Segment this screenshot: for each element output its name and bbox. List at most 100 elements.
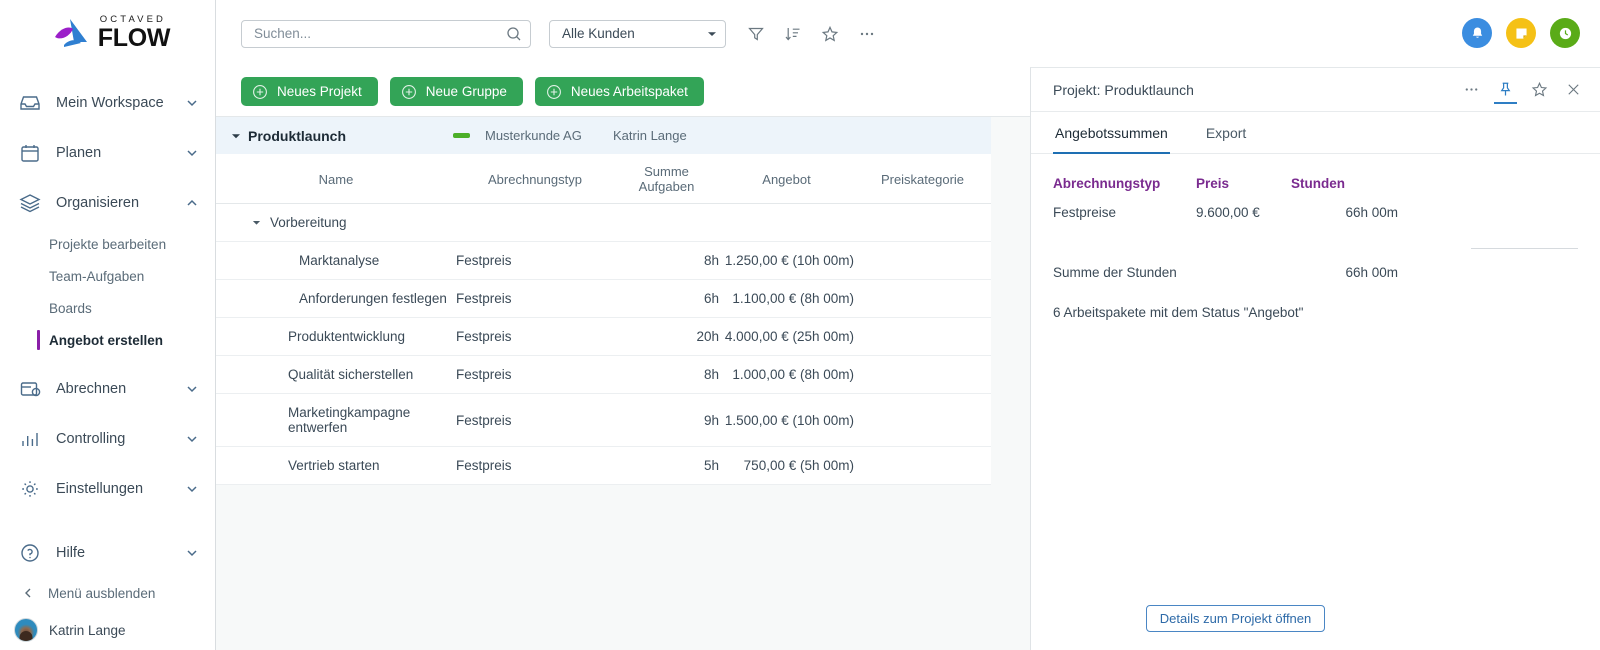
detail-panel-footer: Details zum Projekt öffnen bbox=[1031, 605, 1600, 632]
sidebar-item-abrechnen[interactable]: Abrechnen bbox=[0, 364, 215, 414]
top-toolbar: Alle Kunden bbox=[216, 0, 1600, 67]
sidebar-item-projekte-bearbeiten[interactable]: Projekte bearbeiten bbox=[0, 228, 215, 260]
more-horizontal-icon[interactable] bbox=[1463, 81, 1480, 98]
cell-price-category bbox=[854, 394, 991, 447]
chevron-down-icon bbox=[185, 482, 199, 496]
work-packages-table: Name Abrechnungstyp Summe Aufgaben Angeb… bbox=[216, 154, 991, 485]
cell-name: Qualität sicherstellen bbox=[216, 356, 456, 394]
cell-offer: 1.100,00 € (8h 00m) bbox=[719, 280, 854, 318]
cell-sum-tasks: 8h bbox=[614, 242, 719, 280]
more-horizontal-icon[interactable] bbox=[858, 25, 876, 43]
cell-offer: 1.500,00 € (10h 00m) bbox=[719, 394, 854, 447]
sidebar-item-label: Organisieren bbox=[56, 195, 185, 211]
app-logo[interactable]: OCTAVED FLOW bbox=[0, 0, 215, 66]
new-workpackage-button[interactable]: Neues Arbeitspaket bbox=[535, 77, 704, 106]
summary-header-price: Preis bbox=[1196, 176, 1291, 205]
project-header-row[interactable]: Produktlaunch Musterkunde AG Katrin Lang… bbox=[216, 117, 991, 154]
cell-sum-tasks: 9h bbox=[614, 394, 719, 447]
table-row[interactable]: Anforderungen festlegen Festpreis 6h 1.1… bbox=[216, 280, 991, 318]
column-header-billing-type[interactable]: Abrechnungstyp bbox=[456, 154, 614, 204]
summary-cell-hours: 66h 00m bbox=[1291, 205, 1398, 228]
cell-name: Marktanalyse bbox=[216, 242, 456, 280]
chevron-down-icon bbox=[185, 96, 199, 110]
cell-billing-type: Festpreis bbox=[456, 280, 614, 318]
cell-name: Marketingkampagne entwerfen bbox=[216, 394, 456, 447]
notification-bell-button[interactable] bbox=[1462, 18, 1492, 48]
tab-export[interactable]: Export bbox=[1204, 112, 1248, 154]
sidebar-subitem-label: Projekte bearbeiten bbox=[49, 237, 166, 252]
customer-filter-select[interactable]: Alle Kunden bbox=[549, 20, 726, 48]
sidebar-item-hilfe[interactable]: Hilfe bbox=[0, 530, 215, 576]
chevron-left-icon bbox=[22, 587, 34, 599]
project-card: Produktlaunch Musterkunde AG Katrin Lang… bbox=[216, 117, 991, 485]
summary-cell-price: 9.600,00 € bbox=[1196, 205, 1291, 228]
column-header-sum-tasks[interactable]: Summe Aufgaben bbox=[614, 154, 719, 204]
new-project-label: Neues Projekt bbox=[277, 84, 362, 99]
table-row[interactable]: Marktanalyse Festpreis 8h 1.250,00 € (10… bbox=[216, 242, 991, 280]
summary-total-label: Summe der Stunden bbox=[1053, 265, 1345, 280]
cell-offer: 750,00 € (5h 00m) bbox=[719, 447, 854, 485]
star-icon[interactable] bbox=[821, 25, 839, 43]
filter-icon[interactable] bbox=[747, 25, 765, 43]
search-field[interactable] bbox=[241, 20, 531, 48]
cell-offer: 1.250,00 € (10h 00m) bbox=[719, 242, 854, 280]
sidebar-item-mein-workspace[interactable]: Mein Workspace bbox=[0, 78, 215, 128]
cell-name: Produktentwicklung bbox=[216, 318, 456, 356]
cell-billing-type: Festpreis bbox=[456, 356, 614, 394]
search-input[interactable] bbox=[254, 26, 506, 41]
open-project-details-button[interactable]: Details zum Projekt öffnen bbox=[1146, 605, 1326, 632]
bar-chart-icon bbox=[18, 427, 42, 451]
summary-total-row: Summe der Stunden 66h 00m bbox=[1053, 265, 1398, 280]
tab-angebotssummen[interactable]: Angebotssummen bbox=[1053, 112, 1170, 154]
column-header-offer[interactable]: Angebot bbox=[719, 154, 854, 204]
detail-panel-body: Abrechnungstyp Preis Stunden Festpreise … bbox=[1031, 154, 1600, 320]
detail-panel-title: Projekt: Produktlaunch bbox=[1053, 82, 1463, 98]
table-body: Vorbereitung Marktanalyse Festpreis 8h 1… bbox=[216, 204, 991, 485]
project-customer: Musterkunde AG bbox=[485, 128, 613, 143]
plus-circle-icon bbox=[401, 84, 417, 100]
table-row[interactable]: Qualität sicherstellen Festpreis 8h 1.00… bbox=[216, 356, 991, 394]
sort-descending-icon[interactable] bbox=[784, 25, 802, 43]
cell-billing-type: Festpreis bbox=[456, 394, 614, 447]
close-icon[interactable] bbox=[1565, 81, 1582, 98]
layers-icon bbox=[18, 191, 42, 215]
sidebar-item-einstellungen[interactable]: Einstellungen bbox=[0, 464, 215, 514]
pin-icon[interactable] bbox=[1497, 81, 1514, 98]
sidebar-item-team-aufgaben[interactable]: Team-Aufgaben bbox=[0, 260, 215, 292]
sidebar-item-controlling[interactable]: Controlling bbox=[0, 414, 215, 464]
time-tracking-button[interactable] bbox=[1550, 18, 1580, 48]
sidebar-item-label: Controlling bbox=[56, 431, 185, 447]
cell-name: Anforderungen festlegen bbox=[216, 280, 456, 318]
notes-button[interactable] bbox=[1506, 18, 1536, 48]
status-badge bbox=[453, 133, 470, 138]
column-header-price-category[interactable]: Preiskategorie bbox=[854, 154, 991, 204]
table-row[interactable]: Vertrieb starten Festpreis 5h 750,00 € (… bbox=[216, 447, 991, 485]
collapse-menu-button[interactable]: Menü ausblenden bbox=[0, 576, 215, 610]
summary-cell-type: Festpreise bbox=[1053, 205, 1196, 228]
chevron-down-icon[interactable] bbox=[231, 131, 241, 141]
cell-price-category bbox=[854, 356, 991, 394]
top-right-actions bbox=[1462, 18, 1580, 48]
column-header-name[interactable]: Name bbox=[216, 154, 456, 204]
collapse-menu-label: Menü ausblenden bbox=[48, 586, 155, 601]
chevron-down-icon[interactable] bbox=[252, 218, 261, 227]
sidebar-nav: Mein Workspace Planen bbox=[0, 78, 215, 514]
sidebar-item-organisieren[interactable]: Organisieren bbox=[0, 178, 215, 228]
new-project-button[interactable]: Neues Projekt bbox=[241, 77, 378, 106]
project-name: Produktlaunch bbox=[248, 128, 453, 144]
table-group-row[interactable]: Vorbereitung bbox=[216, 204, 991, 242]
detail-panel-tabs: Angebotssummen Export bbox=[1031, 112, 1600, 154]
sidebar-item-planen[interactable]: Planen bbox=[0, 128, 215, 178]
star-icon[interactable] bbox=[1531, 81, 1548, 98]
user-profile[interactable]: Katrin Lange bbox=[0, 610, 215, 650]
plus-circle-icon bbox=[252, 84, 268, 100]
sidebar-item-boards[interactable]: Boards bbox=[0, 292, 215, 324]
cell-price-category bbox=[854, 318, 991, 356]
project-owner: Katrin Lange bbox=[613, 128, 687, 143]
sidebar-item-angebot-erstellen[interactable]: Angebot erstellen bbox=[0, 324, 215, 356]
table-row[interactable]: Produktentwicklung Festpreis 20h 4.000,0… bbox=[216, 318, 991, 356]
cell-price-category bbox=[854, 280, 991, 318]
new-group-button[interactable]: Neue Gruppe bbox=[390, 77, 523, 106]
sidebar-item-label: Einstellungen bbox=[56, 481, 185, 497]
table-row[interactable]: Marketingkampagne entwerfen Festpreis 9h… bbox=[216, 394, 991, 447]
